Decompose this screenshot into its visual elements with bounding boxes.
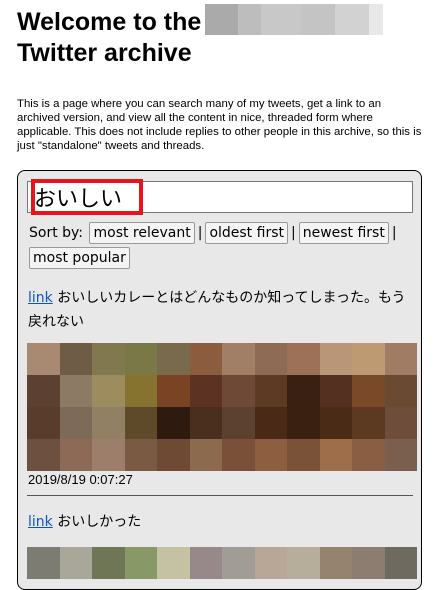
redacted-name-block [205, 4, 384, 35]
image-pixel-block [92, 407, 125, 439]
sort-oldest-first-button[interactable]: oldest first [205, 222, 288, 244]
image-pixel-block [59, 439, 92, 471]
image-pixel-block [27, 547, 60, 579]
tweet-item: link おいしいカレーとはどんなものか知ってしまった。もう戻れない [28, 286, 414, 334]
image-pixel-block [384, 439, 417, 471]
image-pixel-block [157, 547, 190, 579]
intro-paragraph: This is a page where you can search many… [17, 98, 422, 152]
sort-separator: | [197, 225, 203, 241]
image-pixel-block [384, 547, 417, 579]
image-pixel-block [254, 343, 287, 375]
title-line-1: Welcome to the [17, 8, 202, 36]
image-pixel-block [352, 547, 385, 579]
image-pixel-block [222, 343, 255, 375]
image-pixel-block [384, 343, 417, 375]
tweet-item: link おいしかった [28, 510, 414, 534]
image-pixel-block [124, 407, 157, 439]
image-pixel-block [287, 547, 320, 579]
image-pixel-block [384, 375, 417, 407]
tweet-link[interactable]: link [28, 514, 53, 530]
image-pixel-block [287, 407, 320, 439]
sort-controls: Sort by: most relevant | oldest first | newe… [29, 221, 415, 271]
image-pixel-block [319, 439, 352, 471]
image-pixel-block [222, 547, 255, 579]
search-box[interactable] [27, 179, 413, 215]
tweet-date: 2019/8/19 0:07:27 [28, 472, 133, 487]
image-pixel-block [222, 375, 255, 407]
image-pixel-block [124, 439, 157, 471]
image-pixel-block [254, 547, 287, 579]
image-pixel-block [319, 547, 352, 579]
image-pixel-block [287, 375, 320, 407]
sort-newest-first-button[interactable]: newest first [298, 222, 389, 244]
image-pixel-block [352, 407, 385, 439]
tweet-text: おいしかった [57, 514, 142, 530]
image-pixel-block [254, 439, 287, 471]
tweet-text: おいしいカレーとはどんなものか知ってしまった。もう戻れない [28, 290, 406, 330]
image-pixel-block [189, 375, 222, 407]
sort-label: Sort by: [29, 225, 84, 241]
image-pixel-block [124, 375, 157, 407]
image-pixel-block [59, 407, 92, 439]
sort-separator: | [391, 225, 397, 241]
tweet-image[interactable] [27, 343, 417, 471]
image-pixel-block [157, 343, 190, 375]
image-pixel-block [352, 439, 385, 471]
image-pixel-block [319, 343, 352, 375]
tweet-image[interactable] [27, 547, 417, 579]
image-pixel-block [92, 439, 125, 471]
image-pixel-block [352, 375, 385, 407]
search-panel: Sort by: most relevant|oldest first|newe… [17, 170, 422, 590]
image-pixel-block [27, 407, 60, 439]
image-pixel-block [27, 343, 60, 375]
image-pixel-block [92, 547, 125, 579]
page-title: Welcome to the Twitter archive [17, 4, 384, 69]
image-pixel-block [92, 343, 125, 375]
image-pixel-block [222, 407, 255, 439]
image-pixel-block [157, 407, 190, 439]
image-pixel-block [319, 375, 352, 407]
image-pixel-block [59, 375, 92, 407]
image-pixel-block [27, 375, 60, 407]
image-pixel-block [287, 439, 320, 471]
image-pixel-block [222, 439, 255, 471]
image-pixel-block [189, 439, 222, 471]
image-pixel-block [124, 343, 157, 375]
image-pixel-block [157, 375, 190, 407]
image-pixel-block [189, 547, 222, 579]
image-pixel-block [124, 547, 157, 579]
image-pixel-block [27, 439, 60, 471]
image-pixel-block [254, 375, 287, 407]
image-pixel-block [59, 547, 92, 579]
image-pixel-block [157, 439, 190, 471]
image-pixel-block [189, 343, 222, 375]
image-pixel-block [189, 407, 222, 439]
sort-most-relevant-button[interactable]: most relevant [89, 222, 195, 244]
image-pixel-block [92, 375, 125, 407]
image-pixel-block [384, 407, 417, 439]
tweet-divider [27, 495, 413, 496]
image-pixel-block [254, 407, 287, 439]
image-pixel-block [352, 343, 385, 375]
search-input[interactable] [28, 182, 412, 212]
sort-most-popular-button[interactable]: most popular [29, 247, 130, 269]
sort-separator: | [290, 225, 296, 241]
title-line-2: Twitter archive [17, 39, 192, 67]
image-pixel-block [319, 407, 352, 439]
tweet-link[interactable]: link [28, 290, 53, 306]
image-pixel-block [59, 343, 92, 375]
image-pixel-block [287, 343, 320, 375]
